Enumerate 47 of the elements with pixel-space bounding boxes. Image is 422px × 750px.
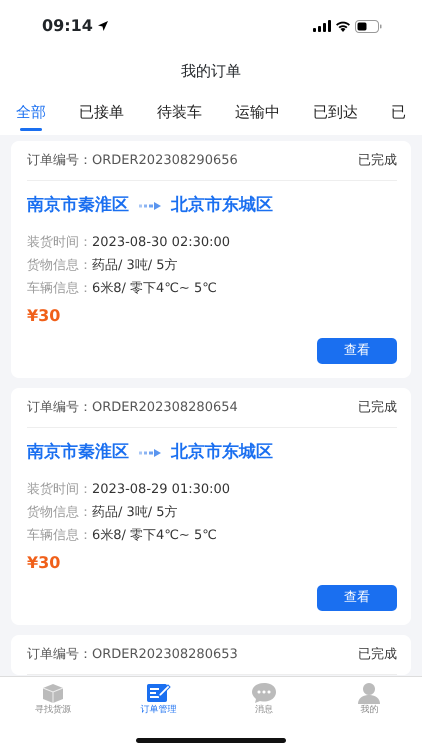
nav-tab[interactable]: 订单管理 bbox=[118, 682, 198, 718]
destination-city: 北京市东城区 bbox=[171, 194, 273, 218]
status-time: 09:14 bbox=[42, 15, 93, 37]
nav-tab[interactable]: 消息 bbox=[224, 682, 304, 718]
battery-icon bbox=[355, 20, 382, 32]
origin-city: 南京市秦淮区 bbox=[27, 441, 129, 464]
page-title: 我的订单 bbox=[181, 60, 241, 82]
location-arrow-icon bbox=[96, 20, 109, 32]
view-button[interactable]: 查看 bbox=[317, 585, 397, 611]
price: ¥30 bbox=[27, 305, 60, 327]
order-number: 订单编号：ORDER202308280654 bbox=[27, 398, 238, 417]
info-value: 6米8/ 零下4℃~ 5℃ bbox=[92, 526, 217, 545]
info-value: 6米8/ 零下4℃~ 5℃ bbox=[92, 280, 217, 298]
info-label: 货物信息： bbox=[27, 504, 92, 522]
tab[interactable]: 已 bbox=[391, 90, 406, 135]
origin-city: 南京市秦淮区 bbox=[27, 194, 129, 218]
tab[interactable]: 运输中 bbox=[235, 90, 280, 135]
tab[interactable]: 全部 bbox=[16, 90, 46, 135]
order-number: 订单编号：ORDER202308280653 bbox=[27, 646, 238, 664]
view-button[interactable]: 查看 bbox=[317, 338, 397, 364]
tab[interactable]: 已到达 bbox=[313, 90, 358, 135]
info-label: 车辆信息： bbox=[27, 280, 92, 298]
order-number: 订单编号：ORDER202308290656 bbox=[27, 152, 238, 170]
tab[interactable]: 待装车 bbox=[157, 90, 202, 135]
signal-icon bbox=[313, 20, 331, 32]
edit-list-icon bbox=[145, 682, 172, 704]
route-arrow-icon bbox=[139, 202, 161, 210]
info-value: 2023-08-29 01:30:00 bbox=[92, 480, 230, 499]
info-label: 车辆信息： bbox=[27, 526, 92, 545]
info-value: 药品/ 3吨/ 5方 bbox=[92, 504, 178, 522]
person-icon bbox=[356, 682, 382, 704]
order-status: 已完成 bbox=[358, 646, 397, 664]
info-label: 装货时间： bbox=[27, 234, 92, 252]
order-status: 已完成 bbox=[358, 152, 397, 170]
price: ¥30 bbox=[27, 552, 60, 574]
info-value: 2023-08-30 02:30:00 bbox=[92, 234, 230, 252]
route-arrow-icon bbox=[139, 449, 161, 457]
wifi-icon bbox=[335, 20, 351, 32]
chat-bubble-icon bbox=[250, 682, 277, 704]
order-status: 已完成 bbox=[358, 398, 397, 417]
info-label: 货物信息： bbox=[27, 256, 92, 275]
info-value: 药品/ 3吨/ 5方 bbox=[92, 256, 178, 275]
destination-city: 北京市东城区 bbox=[171, 441, 273, 464]
tab[interactable]: 已接单 bbox=[79, 90, 124, 135]
info-label: 装货时间： bbox=[27, 480, 92, 499]
nav-tab[interactable]: 寻找货源 bbox=[12, 682, 93, 718]
nav-tab[interactable]: 我的 bbox=[329, 682, 410, 718]
